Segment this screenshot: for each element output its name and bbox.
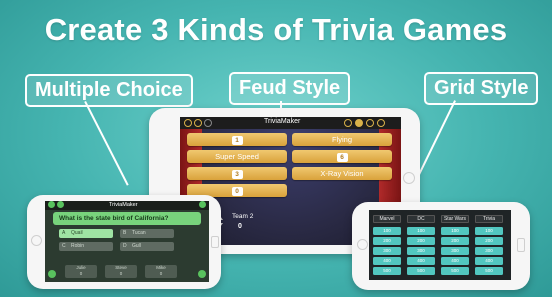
player-score: Steve 0 [105,265,137,278]
grid-cell[interactable]: 500 [441,267,469,275]
grid-cell[interactable]: 400 [441,257,469,265]
feud-tile[interactable]: X-Ray Vision [292,167,392,180]
timer-icon[interactable] [366,119,374,127]
answer-option[interactable]: Robin [59,242,113,251]
music-icon[interactable] [344,119,352,127]
answer-letter: B [123,230,127,236]
grid-cell[interactable]: 400 [475,257,503,265]
grid-cell[interactable]: 300 [441,247,469,255]
grid-cell[interactable]: 100 [407,227,435,235]
left-phone-side-button [211,236,219,248]
grid-cell[interactable]: 300 [373,247,401,255]
grid-cell[interactable]: 100 [373,227,401,235]
category-header: Marvel [373,215,401,223]
menu-icon[interactable] [199,201,206,208]
feud-tile[interactable]: 3 [187,167,287,180]
connector-line-left [84,101,129,186]
question-text: What is the state bird of California? [53,212,201,225]
left-phone-home-button [31,235,42,246]
category-header: Star Wars [441,215,469,223]
grid-cell[interactable]: 500 [475,267,503,275]
grid-cell[interactable]: 100 [441,227,469,235]
tag-multiple-choice: Multiple Choice [25,74,193,107]
right-phone: Marvel DC Star Wars Trivia 100 100 100 1… [352,202,530,290]
feud-tile[interactable]: Flying [292,133,392,146]
player-score: Julie 0 [65,265,97,278]
grid-cell[interactable]: 200 [441,237,469,245]
promo-page: Create 3 Kinds of Trivia Games Multiple … [0,0,552,297]
tag-feud-style: Feud Style [229,72,351,105]
grid-cell[interactable]: 200 [373,237,401,245]
right-phone-side-button [517,238,525,252]
grid-cell[interactable]: 200 [475,237,503,245]
feud-top-bar: TriviaMaker [180,117,401,129]
grid-cell[interactable]: 300 [407,247,435,255]
multiple-choice-screen: TriviaMaker What is the state bird of Ca… [45,201,209,282]
right-phone-home-button [357,239,368,250]
player-score: Mike 0 [145,265,177,278]
grid-cell[interactable]: 500 [373,267,401,275]
feud-tile[interactable]: 1 [187,133,287,146]
tag-grid-style: Grid Style [424,72,539,105]
grid-cell[interactable]: 300 [475,247,503,255]
answer-option[interactable]: Gull [120,242,174,251]
feud-tile[interactable]: Super Speed [187,150,287,163]
app-logo-text: TriviaMaker [109,202,138,208]
grid-cell[interactable]: 100 [475,227,503,235]
grid-cell[interactable]: 200 [407,237,435,245]
home-icon[interactable] [48,201,55,208]
answer-letter: C [62,243,66,249]
grid-cell[interactable]: 400 [407,257,435,265]
settings-icon[interactable] [194,119,202,127]
grid-cell[interactable]: 500 [407,267,435,275]
category-header: Trivia [475,215,503,223]
feud-tile[interactable]: 6 [292,150,392,163]
team2-label: Team 2 [232,213,254,220]
grid-cell[interactable]: 400 [373,257,401,265]
left-phone: TriviaMaker What is the state bird of Ca… [27,195,221,289]
app-logo-text: TriviaMaker [264,118,301,125]
close-icon[interactable] [204,119,212,127]
buzzer-icon[interactable] [355,119,363,127]
answer-letter: A [62,230,66,236]
page-title: Create 3 Kinds of Trivia Games [44,12,508,47]
settings-icon[interactable] [57,201,64,208]
forward-arrow-icon[interactable] [198,270,206,278]
answer-letter: D [123,243,127,249]
grid-screen: Marvel DC Star Wars Trivia 100 100 100 1… [369,210,511,280]
mc-top-bar: TriviaMaker [45,201,209,210]
home-icon[interactable] [184,119,192,127]
menu-icon[interactable] [377,119,385,127]
center-phone-home-button [403,172,415,184]
answer-option[interactable]: Tucan [120,229,174,238]
category-header: DC [407,215,435,223]
answer-option[interactable]: Quail [59,229,113,238]
team2-score: 0 [238,223,242,230]
back-arrow-icon[interactable] [48,270,56,278]
